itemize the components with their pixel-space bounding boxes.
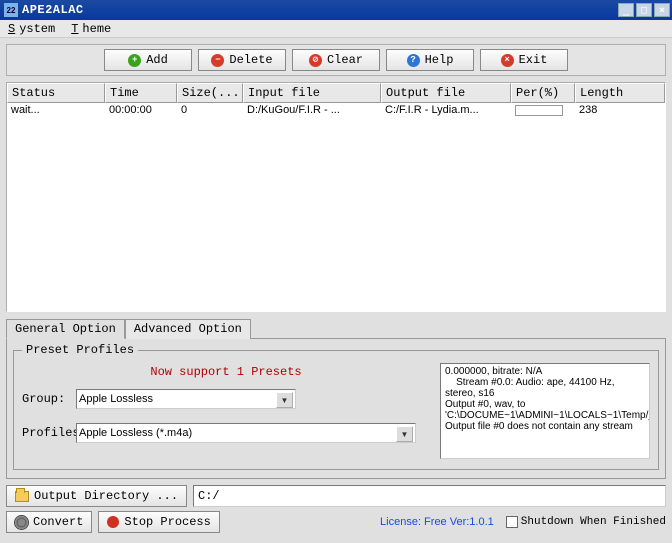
profiles-value: Apple Lossless (*.m4a) xyxy=(79,427,192,439)
exit-button[interactable]: × Exit xyxy=(480,49,568,71)
clear-icon: ⊘ xyxy=(309,54,322,67)
gear-icon xyxy=(15,516,28,529)
help-icon: ? xyxy=(407,54,420,67)
shutdown-checkbox-row[interactable]: Shutdown When Finished xyxy=(506,516,666,528)
window-title: APE2ALAC xyxy=(22,3,618,17)
tab-bar: General Option Advanced Option xyxy=(6,319,666,339)
delete-icon: − xyxy=(211,54,224,67)
cell-status: wait... xyxy=(7,103,105,117)
menu-system[interactable]: System xyxy=(4,21,63,37)
delete-label: Delete xyxy=(229,53,272,67)
exit-icon: × xyxy=(501,54,514,67)
group-value: Apple Lossless xyxy=(79,393,153,405)
help-button[interactable]: ? Help xyxy=(386,49,474,71)
app-icon: 22 xyxy=(4,3,18,17)
col-length[interactable]: Length xyxy=(575,83,665,103)
output-path-value: C:/ xyxy=(198,489,220,503)
add-button[interactable]: + Add xyxy=(104,49,192,71)
menu-bar: System Theme xyxy=(0,20,672,38)
maximize-button[interactable]: □ xyxy=(636,3,652,17)
clear-button[interactable]: ⊘ Clear xyxy=(292,49,380,71)
log-output[interactable]: 0.000000, bitrate: N/A Stream #0.0: Audi… xyxy=(440,363,650,459)
convert-button[interactable]: Convert xyxy=(6,511,92,533)
convert-label: Convert xyxy=(33,515,83,529)
col-input[interactable]: Input file xyxy=(243,83,381,103)
minimize-button[interactable]: _ xyxy=(618,3,634,17)
output-directory-button[interactable]: Output Directory ... xyxy=(6,485,187,507)
clear-label: Clear xyxy=(327,53,363,67)
tab-general[interactable]: General Option xyxy=(6,319,125,339)
toolbar: + Add − Delete ⊘ Clear ? Help × Exit xyxy=(6,44,666,76)
cell-time: 00:00:00 xyxy=(105,103,177,117)
profiles-label: Profiles: xyxy=(22,426,74,440)
delete-button[interactable]: − Delete xyxy=(198,49,286,71)
table-row[interactable]: wait... 00:00:00 0 D:/KuGou/F.I.R - ... … xyxy=(7,103,665,117)
stop-button[interactable]: Stop Process xyxy=(98,511,219,533)
group-label: Group: xyxy=(22,392,74,406)
folder-icon xyxy=(15,491,29,502)
output-directory-path[interactable]: C:/ xyxy=(193,485,666,507)
license-text: License: Free Ver:1.0.1 xyxy=(226,516,500,528)
preset-fieldset: Preset Profiles Now support 1 Presets Gr… xyxy=(13,343,659,470)
help-label: Help xyxy=(425,53,454,67)
shutdown-label: Shutdown When Finished xyxy=(521,516,666,528)
cell-size: 0 xyxy=(177,103,243,117)
close-button[interactable]: × xyxy=(654,3,670,17)
tab-panel: Preset Profiles Now support 1 Presets Gr… xyxy=(6,338,666,479)
col-per[interactable]: Per(%) xyxy=(511,83,575,103)
tab-advanced[interactable]: Advanced Option xyxy=(125,319,251,339)
output-directory-label: Output Directory ... xyxy=(34,489,178,503)
title-bar: 22 APE2ALAC _ □ × xyxy=(0,0,672,20)
col-time[interactable]: Time xyxy=(105,83,177,103)
col-status[interactable]: Status xyxy=(7,83,105,103)
exit-label: Exit xyxy=(519,53,548,67)
list-header: Status Time Size(... Input file Output f… xyxy=(7,83,665,103)
preset-message: Now support 1 Presets xyxy=(22,365,430,379)
file-list[interactable]: Status Time Size(... Input file Output f… xyxy=(6,82,666,312)
add-icon: + xyxy=(128,54,141,67)
stop-icon xyxy=(107,516,119,528)
shutdown-checkbox[interactable] xyxy=(506,516,518,528)
add-label: Add xyxy=(146,53,168,67)
cell-per xyxy=(511,103,575,117)
preset-legend: Preset Profiles xyxy=(22,343,138,357)
profiles-combo[interactable]: Apple Lossless (*.m4a) xyxy=(76,423,416,443)
col-size[interactable]: Size(... xyxy=(177,83,243,103)
cell-length: 238 xyxy=(575,103,665,117)
cell-output: C:/F.I.R - Lydia.m... xyxy=(381,103,511,117)
col-output[interactable]: Output file xyxy=(381,83,511,103)
progress-bar xyxy=(515,105,563,116)
stop-label: Stop Process xyxy=(124,515,210,529)
group-combo[interactable]: Apple Lossless xyxy=(76,389,296,409)
cell-input: D:/KuGou/F.I.R - ... xyxy=(243,103,381,117)
menu-theme[interactable]: Theme xyxy=(67,21,119,37)
